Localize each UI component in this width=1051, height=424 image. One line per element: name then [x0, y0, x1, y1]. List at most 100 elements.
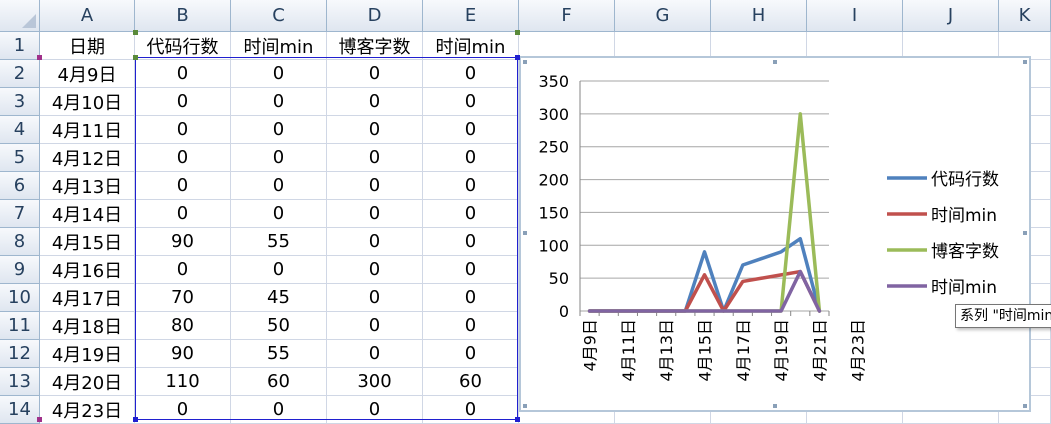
- cell-b2[interactable]: 0: [135, 60, 231, 88]
- cell-d12[interactable]: 0: [327, 340, 423, 368]
- column-header-i[interactable]: I: [807, 0, 903, 32]
- row-header-14[interactable]: 14: [0, 396, 40, 424]
- cell-e2[interactable]: 0: [423, 60, 519, 88]
- range-handle[interactable]: [515, 55, 520, 60]
- row-header-10[interactable]: 10: [0, 284, 40, 312]
- cell-b10[interactable]: 70: [135, 284, 231, 312]
- line-chart[interactable]: 0 50 100 150 200 250 300 350 4月9日 4月11日 4月13日 4月15日…: [519, 56, 1031, 412]
- cell-c2[interactable]: 0: [231, 60, 327, 88]
- cell-d3[interactable]: 0: [327, 88, 423, 116]
- cell-c12[interactable]: 55: [231, 340, 327, 368]
- column-header-a[interactable]: A: [40, 0, 135, 32]
- column-header-c[interactable]: C: [231, 0, 327, 32]
- cell-a6[interactable]: 4月13日: [40, 172, 135, 200]
- cell-c6[interactable]: 0: [231, 172, 327, 200]
- range-handle[interactable]: [515, 30, 520, 35]
- cell-d5[interactable]: 0: [327, 144, 423, 172]
- cell-c8[interactable]: 55: [231, 228, 327, 256]
- range-handle[interactable]: [133, 30, 138, 35]
- cell-c1[interactable]: 时间min: [231, 32, 327, 60]
- column-header-g[interactable]: G: [615, 0, 711, 32]
- cell-b4[interactable]: 0: [135, 116, 231, 144]
- cell-b7[interactable]: 0: [135, 200, 231, 228]
- cell-d11[interactable]: 0: [327, 312, 423, 340]
- cell-c4[interactable]: 0: [231, 116, 327, 144]
- cell-a14[interactable]: 4月23日: [40, 396, 135, 424]
- cell-a7[interactable]: 4月14日: [40, 200, 135, 228]
- cell-c11[interactable]: 50: [231, 312, 327, 340]
- cell-d10[interactable]: 0: [327, 284, 423, 312]
- cell-a8[interactable]: 4月15日: [40, 228, 135, 256]
- cell-d9[interactable]: 0: [327, 256, 423, 284]
- cell-a2[interactable]: 4月9日: [40, 60, 135, 88]
- cell-c14[interactable]: 0: [231, 396, 327, 424]
- cell-b12[interactable]: 90: [135, 340, 231, 368]
- cell-a5[interactable]: 4月12日: [40, 144, 135, 172]
- cell-c9[interactable]: 0: [231, 256, 327, 284]
- cell-d14[interactable]: 0: [327, 396, 423, 424]
- cell-b8[interactable]: 90: [135, 228, 231, 256]
- row-header-7[interactable]: 7: [0, 200, 40, 228]
- cell-e5[interactable]: 0: [423, 144, 519, 172]
- column-header-k[interactable]: K: [999, 0, 1051, 32]
- cell-a1[interactable]: 日期: [40, 32, 135, 60]
- cell-e1[interactable]: 时间min: [423, 32, 519, 60]
- cell-b6[interactable]: 0: [135, 172, 231, 200]
- cell-b9[interactable]: 0: [135, 256, 231, 284]
- row-header-12[interactable]: 12: [0, 340, 40, 368]
- cell-d8[interactable]: 0: [327, 228, 423, 256]
- cell-d13[interactable]: 300: [327, 368, 423, 396]
- row-header-8[interactable]: 8: [0, 228, 40, 256]
- cell-c13[interactable]: 60: [231, 368, 327, 396]
- range-handle[interactable]: [133, 55, 138, 60]
- range-handle[interactable]: [133, 417, 138, 422]
- cell-b1[interactable]: 代码行数: [135, 32, 231, 60]
- range-handle[interactable]: [37, 55, 42, 60]
- row-header-3[interactable]: 3: [0, 88, 40, 116]
- cell-c3[interactable]: 0: [231, 88, 327, 116]
- cell-c7[interactable]: 0: [231, 200, 327, 228]
- row-header-13[interactable]: 13: [0, 368, 40, 396]
- row-header-6[interactable]: 6: [0, 172, 40, 200]
- cell-b13[interactable]: 110: [135, 368, 231, 396]
- cell-e4[interactable]: 0: [423, 116, 519, 144]
- row-header-11[interactable]: 11: [0, 312, 40, 340]
- cell-d1[interactable]: 博客字数: [327, 32, 423, 60]
- cell-e7[interactable]: 0: [423, 200, 519, 228]
- cell-a9[interactable]: 4月16日: [40, 256, 135, 284]
- cell-e9[interactable]: 0: [423, 256, 519, 284]
- cell-e6[interactable]: 0: [423, 172, 519, 200]
- column-header-j[interactable]: J: [903, 0, 999, 32]
- cell-a11[interactable]: 4月18日: [40, 312, 135, 340]
- cell-a12[interactable]: 4月19日: [40, 340, 135, 368]
- column-header-d[interactable]: D: [327, 0, 423, 32]
- cell-e10[interactable]: 0: [423, 284, 519, 312]
- cell-e12[interactable]: 0: [423, 340, 519, 368]
- cell-b3[interactable]: 0: [135, 88, 231, 116]
- cell-c10[interactable]: 45: [231, 284, 327, 312]
- cell-e8[interactable]: 0: [423, 228, 519, 256]
- cell-e14[interactable]: 0: [423, 396, 519, 424]
- cell-b14[interactable]: 0: [135, 396, 231, 424]
- column-header-f[interactable]: F: [519, 0, 615, 32]
- range-handle[interactable]: [37, 417, 42, 422]
- row-header-2[interactable]: 2: [0, 60, 40, 88]
- range-handle[interactable]: [515, 417, 520, 422]
- cell-a13[interactable]: 4月20日: [40, 368, 135, 396]
- cell-d6[interactable]: 0: [327, 172, 423, 200]
- cell-b5[interactable]: 0: [135, 144, 231, 172]
- cell-e3[interactable]: 0: [423, 88, 519, 116]
- cell-a3[interactable]: 4月10日: [40, 88, 135, 116]
- cell-c5[interactable]: 0: [231, 144, 327, 172]
- cell-a4[interactable]: 4月11日: [40, 116, 135, 144]
- column-header-h[interactable]: H: [711, 0, 807, 32]
- cell-d2[interactable]: 0: [327, 60, 423, 88]
- column-header-e[interactable]: E: [423, 0, 519, 32]
- cell-d7[interactable]: 0: [327, 200, 423, 228]
- cell-b11[interactable]: 80: [135, 312, 231, 340]
- cell-e13[interactable]: 60: [423, 368, 519, 396]
- row-header-5[interactable]: 5: [0, 144, 40, 172]
- row-header-1[interactable]: 1: [0, 32, 40, 60]
- column-header-b[interactable]: B: [135, 0, 231, 32]
- row-header-4[interactable]: 4: [0, 116, 40, 144]
